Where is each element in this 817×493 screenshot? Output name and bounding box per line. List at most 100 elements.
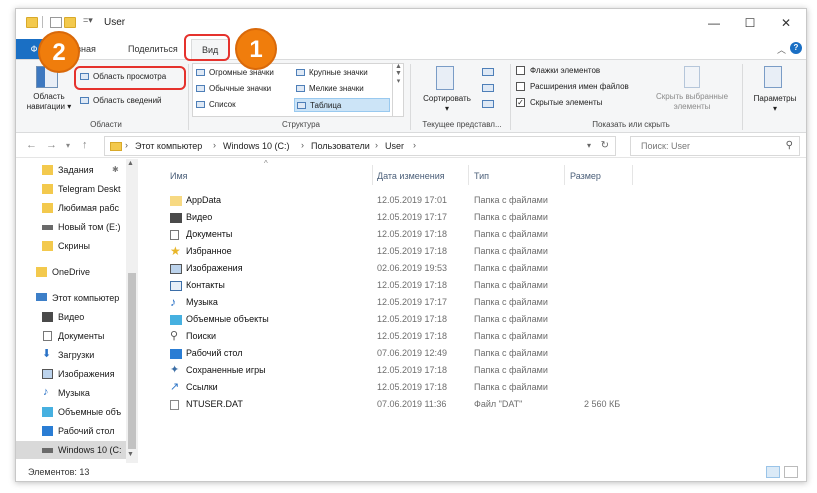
table-row[interactable]: Видео 12.05.2019 17:17 Папка с файлами	[144, 210, 664, 226]
column-header-date[interactable]: Дата изменения	[377, 171, 445, 181]
table-row[interactable]: Контакты 12.05.2019 17:18 Папка с файлами	[144, 278, 664, 294]
chevron-up-icon[interactable]: ︿	[777, 43, 786, 56]
breadcrumb-separator[interactable]: ›	[301, 140, 304, 150]
nav-item-this-pc[interactable]: Этот компьютер	[16, 289, 126, 307]
layout-list[interactable]: Список	[196, 98, 236, 112]
column-header-size[interactable]: Размер	[570, 171, 601, 181]
folder-icon	[42, 203, 53, 213]
quick-access-dropdown-icon[interactable]: =▾	[83, 15, 93, 26]
table-row[interactable]: ♪ Музыка 12.05.2019 17:17 Папка с файлами	[144, 295, 664, 311]
address-bar-row: ← → ▾ ↑ › Этот компьютер › Windows 10 (C…	[16, 134, 806, 158]
file-date: 07.06.2019 12:49	[377, 348, 448, 358]
column-header-type[interactable]: Тип	[474, 171, 489, 181]
new-folder-icon[interactable]	[64, 17, 76, 28]
nav-item-desktop[interactable]: Рабочий стол	[16, 422, 126, 440]
scrollbar-thumb[interactable]	[128, 273, 136, 449]
up-arrow-icon[interactable]: ↑	[82, 139, 88, 151]
column-separator[interactable]	[632, 165, 633, 185]
nav-label: Telegram Deskt	[58, 184, 121, 194]
table-row[interactable]: AppData 12.05.2019 17:01 Папка с файлами	[144, 193, 664, 209]
help-icon[interactable]: ?	[790, 42, 802, 54]
address-dropdown-icon[interactable]: ▾	[587, 141, 591, 150]
nav-item-music[interactable]: ♪ Музыка	[16, 384, 126, 402]
breadcrumb-users[interactable]: Пользователи	[311, 141, 370, 151]
scroll-up-icon[interactable]: ▲	[127, 160, 134, 167]
maximize-button[interactable]: ☐	[732, 13, 768, 33]
nav-item-telegram[interactable]: Telegram Deskt	[16, 180, 126, 198]
file-name: Ссылки	[186, 382, 218, 392]
table-row[interactable]: Объемные объекты 12.05.2019 17:18 Папка с …	[144, 312, 664, 328]
item-checkboxes-toggle[interactable]: Флажки элементов	[516, 64, 600, 78]
close-button[interactable]: ✕	[768, 13, 804, 33]
breadcrumb-this-pc[interactable]: Этот компьютер	[135, 141, 202, 151]
address-field[interactable]: › Этот компьютер › Windows 10 (C:) › Пол…	[104, 136, 616, 156]
breadcrumb-separator[interactable]: ›	[413, 140, 416, 150]
layout-icon	[296, 69, 305, 77]
navigation-pane-button[interactable]: Область навигации ▾	[26, 92, 72, 112]
file-type: Папка с файлами	[474, 212, 548, 222]
layout-small-icons[interactable]: Мелкие значки	[296, 82, 364, 96]
table-row[interactable]: Документы 12.05.2019 17:18 Папка с файлами	[144, 227, 664, 243]
nav-item-favorite-work[interactable]: Любимая рабс	[16, 199, 126, 217]
layout-medium-icons[interactable]: Обычные значки	[196, 82, 271, 96]
nav-item-windows-drive[interactable]: Windows 10 (C:	[16, 441, 126, 459]
layout-details[interactable]: Таблица	[294, 98, 390, 112]
group-by-icon[interactable]	[482, 68, 494, 76]
forward-arrow-icon[interactable]: →	[46, 139, 57, 151]
sort-icon[interactable]	[436, 66, 454, 90]
details-view-icon[interactable]	[766, 466, 780, 478]
table-row[interactable]: ⚲ Поиски 12.05.2019 17:18 Папка с файлами	[144, 329, 664, 345]
table-row[interactable]: Рабочий стол 07.06.2019 12:49 Папка с файл…	[144, 346, 664, 362]
breadcrumb-separator[interactable]: ›	[125, 140, 128, 150]
hidden-items-toggle[interactable]: ✓ Скрытые элементы	[516, 96, 602, 110]
large-icons-view-icon[interactable]	[784, 466, 798, 478]
back-arrow-icon[interactable]: ←	[26, 139, 37, 151]
fit-columns-icon[interactable]	[482, 100, 494, 108]
navigation-scrollbar[interactable]: ▲ ▼	[126, 159, 138, 463]
refresh-icon[interactable]: ↻	[601, 140, 609, 151]
nav-item-tasks[interactable]: Задания ✱	[16, 161, 126, 179]
breadcrumb-user[interactable]: User	[385, 141, 404, 151]
nav-item-onedrive[interactable]: OneDrive	[16, 263, 126, 281]
table-row[interactable]: ↗ Ссылки 12.05.2019 17:18 Папка с файлами	[144, 380, 664, 396]
checkmark-icon: ✓	[516, 98, 525, 108]
options-icon[interactable]	[764, 66, 782, 88]
sort-button[interactable]: Сортировать ▾	[416, 94, 478, 114]
breadcrumb-separator[interactable]: ›	[375, 140, 378, 150]
table-row[interactable]: ★ Избранное 12.05.2019 17:18 Папка с файлам…	[144, 244, 664, 260]
breadcrumb-separator[interactable]: ›	[213, 140, 216, 150]
nav-item-new-volume[interactable]: Новый том (E:)	[16, 218, 126, 236]
pin-icon[interactable]: ✱	[112, 161, 119, 179]
breadcrumb-drive[interactable]: Windows 10 (C:)	[223, 141, 290, 151]
file-list: Имя ^ Дата изменения Тип Размер AppData 1…	[144, 159, 806, 463]
tab-share[interactable]: Поделиться	[128, 39, 178, 59]
search-field[interactable]: Поиск: User ⚲	[630, 136, 800, 156]
scroll-down-icon[interactable]: ▼	[127, 451, 134, 458]
details-pane-button[interactable]: Область сведений	[80, 94, 162, 108]
hide-selected-button[interactable]: Скрыть выбранные элементы	[646, 92, 738, 112]
column-header-name[interactable]: Имя	[170, 171, 188, 181]
nav-item-images[interactable]: Изображения	[16, 365, 126, 383]
recent-dropdown-icon[interactable]: ▾	[66, 141, 70, 150]
file-extensions-toggle[interactable]: Расширения имен файлов	[516, 80, 629, 94]
table-row[interactable]: NTUSER.DAT 07.06.2019 11:36 Файл "DAT" 2 56…	[144, 397, 664, 413]
table-row[interactable]: Изображения 02.06.2019 19:53 Папка с файла…	[144, 261, 664, 277]
search-icon[interactable]: ⚲	[786, 140, 793, 151]
nav-item-downloads[interactable]: ⬇ Загрузки	[16, 346, 126, 364]
layout-icon	[196, 101, 205, 109]
minimize-button[interactable]: —	[696, 13, 732, 33]
nav-item-documents[interactable]: Документы	[16, 327, 126, 345]
options-button[interactable]: Параметры ▾	[746, 94, 804, 114]
properties-icon[interactable]	[50, 17, 62, 28]
layout-scroll[interactable]: ▲ ▼ ▾	[392, 63, 404, 117]
nav-item-video[interactable]: Видео	[16, 308, 126, 326]
column-separator[interactable]	[372, 165, 373, 185]
nav-item-screenshots[interactable]: Скрины	[16, 237, 126, 255]
nav-item-3d-objects[interactable]: Объемные объ	[16, 403, 126, 421]
column-separator[interactable]	[468, 165, 469, 185]
add-columns-icon[interactable]	[482, 84, 494, 92]
layout-large-icons[interactable]: Крупные значки	[296, 66, 368, 80]
sort-ascending-icon: ^	[264, 159, 268, 168]
table-row[interactable]: ✦ Сохраненные игры 12.05.2019 17:18 Папка с…	[144, 363, 664, 379]
column-separator[interactable]	[564, 165, 565, 185]
